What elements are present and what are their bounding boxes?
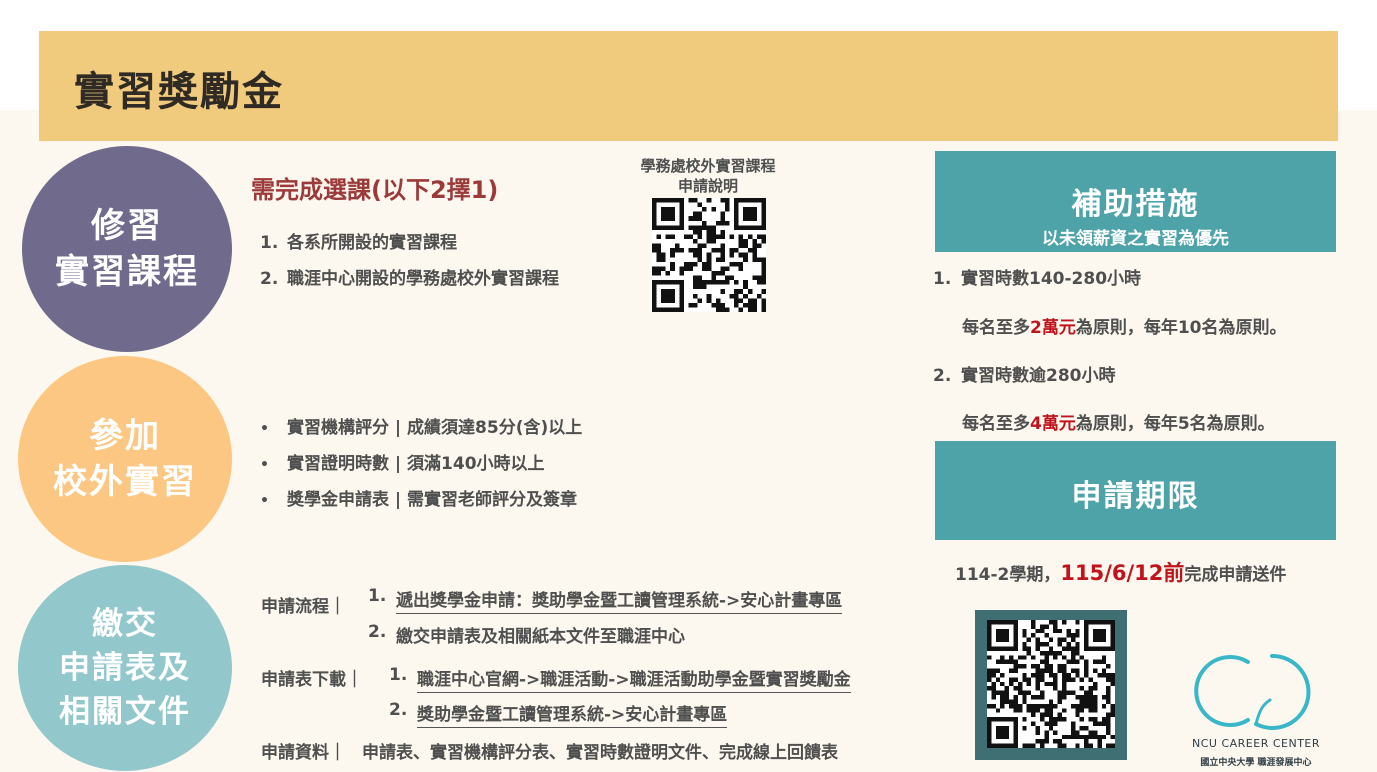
course-item: 1. 各系所開設的實習課程 [260, 233, 457, 253]
download-label: 申請表下載｜ [261, 670, 363, 690]
page-title: 實習獎勵金 [74, 69, 284, 115]
circle-course-line2: 實習課程 [55, 252, 199, 292]
subsidy-hours: 2. 實習時數逾280小時 [933, 366, 1116, 386]
course-item: 2. 職涯中心開設的學務處校外實習課程 [260, 269, 559, 289]
requirement-item: • 實習證明時數 | 須滿140小時以上 [260, 454, 545, 474]
deadline-date: 115/6/12前 [1060, 561, 1185, 585]
process-step-text: 繳交申請表及相關紙本文件至職涯中心 [396, 627, 685, 647]
requirement-item: • 實習機構評分 | 成績須達85分(含)以上 [260, 418, 583, 438]
circle-submit: 繳交 申請表及 相關文件 [18, 565, 232, 771]
subsidy-header: 補助措施 以未領薪資之實習為優先 [935, 151, 1336, 252]
process-num: 1. [368, 586, 387, 606]
logo-name: NCU CAREER CENTER [1191, 737, 1321, 750]
download-link-website[interactable]: 職涯中心官網->職涯活動->職涯活動助學金暨實習獎勵金 [417, 665, 851, 693]
circle-internship: 參加 校外實習 [18, 356, 232, 562]
subsidy-subtitle: 以未領薪資之實習為優先 [1042, 229, 1229, 249]
deadline-header: 申請期限 [935, 441, 1336, 540]
logo-subtitle: 國立中央大學 職涯發展中心 [1200, 758, 1312, 768]
ncu-career-center-logo-icon [1194, 653, 1311, 730]
download-num: 2. [389, 700, 408, 720]
process-label: 申請流程｜ [261, 597, 346, 617]
circle-course-line1: 修習 [91, 206, 163, 246]
requirement-item: • 獎學金申請表 | 需實習老師評分及簽章 [260, 490, 578, 510]
title-banner: 實習獎勵金 [39, 31, 1338, 141]
circle-submit-line2: 申請表及 [59, 650, 191, 686]
course-requirement-title: 需完成選課(以下2擇1) [251, 176, 499, 204]
circle-submit-line3: 相關文件 [59, 694, 191, 730]
circle-internship-line1: 參加 [89, 416, 161, 456]
process-link-system[interactable]: 遞出獎學金申請：獎助學金暨工讀管理系統->安心計畫專區 [396, 586, 843, 614]
subsidy-amount: 每名至多4萬元為原則，每年5名為原則。 [962, 414, 1275, 434]
process-num: 2. [368, 622, 387, 642]
deadline-title: 申請期限 [1071, 479, 1200, 514]
download-num: 1. [389, 665, 408, 685]
qr-code-icon[interactable] [652, 198, 766, 312]
materials-text: 申請表、實習機構評分表、實習時數證明文件、完成線上回饋表 [362, 743, 838, 763]
subsidy-hours: 1. 實習時數140-280小時 [933, 269, 1142, 289]
circle-course: 修習 實習課程 [22, 146, 232, 352]
circle-submit-line1: 繳交 [92, 606, 158, 642]
materials-label: 申請資料｜ [261, 743, 346, 763]
download-link-system[interactable]: 獎助學金暨工讀管理系統->安心計畫專區 [417, 700, 728, 728]
circle-internship-line2: 校外實習 [53, 462, 197, 502]
qr-code-icon[interactable] [987, 620, 1115, 748]
subsidy-title: 補助措施 [1071, 187, 1200, 222]
qr-caption: 學務處校外實習課程 申請說明 [640, 157, 776, 195]
deadline-text: 114-2學期，115/6/12前完成申請送件 [955, 561, 1287, 585]
subsidy-amount: 每名至多2萬元為原則，每年10名為原則。 [962, 318, 1287, 338]
